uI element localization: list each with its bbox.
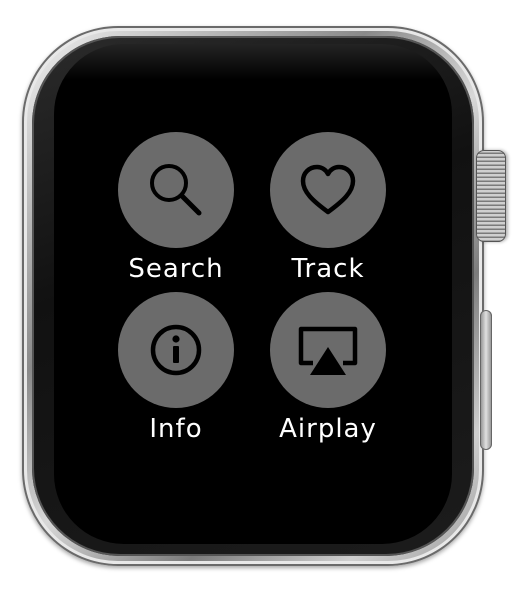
track-label: Track [291, 254, 365, 284]
search-label: Search [128, 254, 224, 284]
info-icon [141, 315, 211, 385]
search-button-circle[interactable] [118, 132, 234, 248]
digital-crown[interactable] [476, 150, 506, 242]
watch-mockup: Search Track Info Airplay [0, 0, 512, 590]
airplay-button-circle[interactable] [270, 292, 386, 408]
track-button[interactable]: Track [248, 132, 408, 284]
info-label: Info [149, 414, 203, 444]
airplay-label: Airplay [279, 414, 377, 444]
watch-screen: Search Track Info Airplay [54, 44, 452, 544]
info-button[interactable]: Info [96, 292, 256, 444]
airplay-button[interactable]: Airplay [248, 292, 408, 444]
track-button-circle[interactable] [270, 132, 386, 248]
airplay-icon [293, 315, 363, 385]
screen-glare [54, 44, 452, 80]
info-button-circle[interactable] [118, 292, 234, 408]
side-button[interactable] [480, 310, 492, 450]
heart-icon [293, 155, 363, 225]
search-icon [141, 155, 211, 225]
search-button[interactable]: Search [96, 132, 256, 284]
